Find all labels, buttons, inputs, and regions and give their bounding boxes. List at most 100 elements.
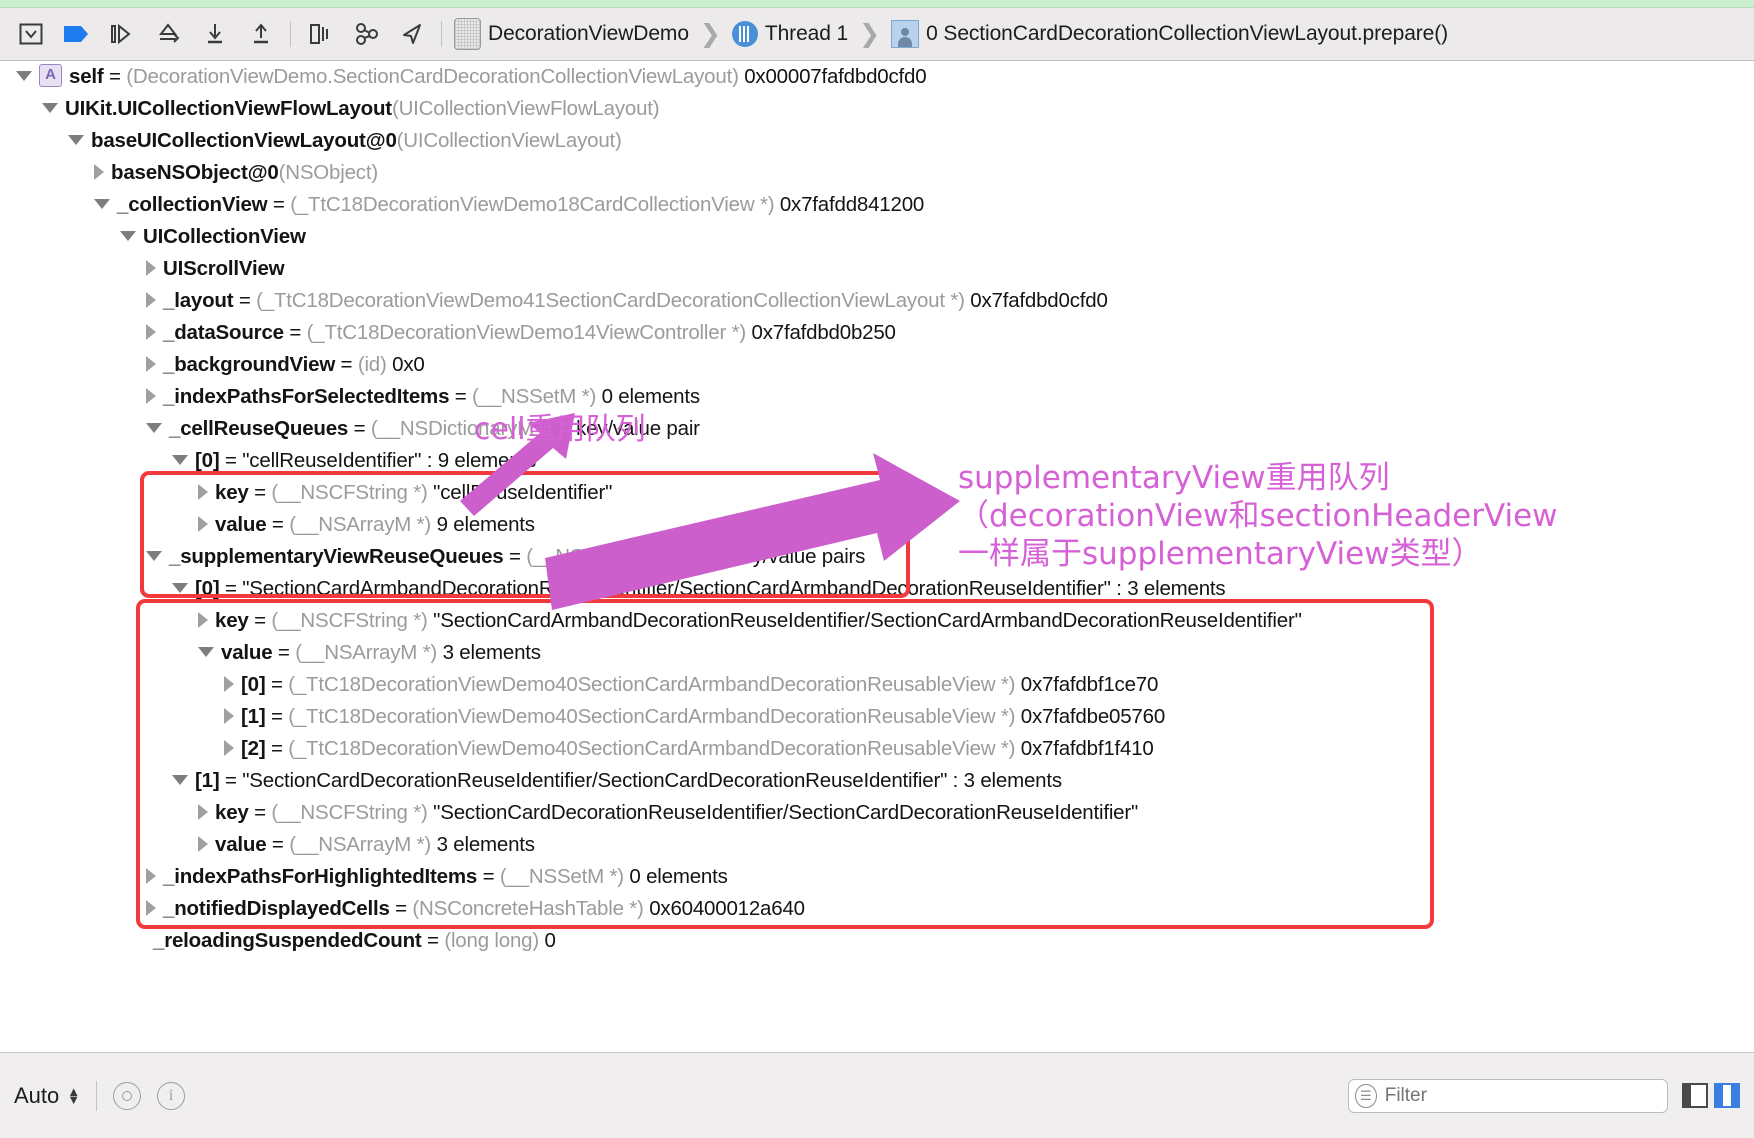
disclosure-triangle-closed-icon[interactable] xyxy=(146,324,156,340)
debug-toolbar: DecorationViewDemo ❯ Thread 1 ❯ 0 Sectio… xyxy=(0,8,1754,61)
step-out-icon[interactable] xyxy=(192,14,238,54)
variable-row[interactable]: _indexPathsForSelectedItems = (__NSSetM … xyxy=(0,381,1754,413)
variable-row[interactable]: UICollectionView xyxy=(0,221,1754,253)
disclosure-triangle-closed-icon[interactable] xyxy=(146,260,156,276)
variable-row[interactable]: _backgroundView = (id) 0x0 xyxy=(0,349,1754,381)
variable-type: (NSConcreteHashTable *) xyxy=(412,897,643,920)
variable-row[interactable]: UIScrollView xyxy=(0,253,1754,285)
disclosure-triangle-closed-icon[interactable] xyxy=(146,388,156,404)
variable-equals: = xyxy=(272,641,295,664)
disclosure-triangle-closed-icon[interactable] xyxy=(224,676,234,692)
location-simulate-icon[interactable] xyxy=(389,14,435,54)
scope-selector[interactable]: Auto ▲▼ xyxy=(14,1083,80,1109)
filter-input[interactable] xyxy=(1383,1084,1661,1108)
eye-icon[interactable] xyxy=(113,1082,141,1110)
disclosure-triangle-open-icon[interactable] xyxy=(198,647,214,657)
variable-row[interactable]: [1] = "SectionCardDecorationReuseIdentif… xyxy=(0,765,1754,797)
annotation-cell-reuse: cell重用队列 xyxy=(474,404,646,448)
step-up-icon[interactable] xyxy=(238,14,284,54)
variable-row[interactable]: UIKit.UICollectionViewFlowLayout(UIColle… xyxy=(0,93,1754,125)
breadcrumb-stack-frame-label: 0 SectionCardDecorationCollectionViewLay… xyxy=(926,22,1448,46)
variable-name: value xyxy=(221,641,272,664)
disclosure-triangle-open-icon[interactable] xyxy=(172,455,188,465)
variable-name: [1] xyxy=(241,705,265,728)
info-icon[interactable]: i xyxy=(157,1082,185,1110)
disclosure-triangle-open-icon[interactable] xyxy=(16,71,32,81)
disclosure-triangle-open-icon[interactable] xyxy=(146,551,162,561)
view-hierarchy-icon[interactable] xyxy=(297,14,343,54)
toggle-variables-panel-button[interactable] xyxy=(1682,1083,1708,1108)
breadcrumb-chevron-icon-2: ❯ xyxy=(859,22,880,47)
disclosure-triangle-open-icon[interactable] xyxy=(120,231,136,241)
variable-equals: = xyxy=(477,865,500,888)
thread-icon xyxy=(732,21,758,47)
variable-row[interactable]: [0] = (_TtC18DecorationViewDemo40Section… xyxy=(0,669,1754,701)
variable-row[interactable]: baseNSObject@0(NSObject) xyxy=(0,157,1754,189)
variable-name: [2] xyxy=(241,737,265,760)
variable-row[interactable]: _dataSource = (_TtC18DecorationViewDemo1… xyxy=(0,317,1754,349)
disclosure-triangle-closed-icon[interactable] xyxy=(146,868,156,884)
disclosure-triangle-closed-icon[interactable] xyxy=(146,356,156,372)
breadcrumb-thread[interactable]: Thread 1 xyxy=(730,14,850,54)
disclosure-triangle-open-icon[interactable] xyxy=(172,583,188,593)
variable-equals: = xyxy=(265,737,288,760)
disclosure-triangle-closed-icon[interactable] xyxy=(198,484,208,500)
variable-row[interactable]: key = (__NSCFString *) "SectionCardDecor… xyxy=(0,797,1754,829)
step-over-icon[interactable] xyxy=(100,14,146,54)
disclosure-triangle-closed-icon[interactable] xyxy=(198,516,208,532)
disclosure-triangle-closed-icon[interactable] xyxy=(146,292,156,308)
memory-graph-icon[interactable] xyxy=(343,14,389,54)
variable-row[interactable]: key = (__NSCFString *) "SectionCardArmba… xyxy=(0,605,1754,637)
variable-row[interactable]: _cellReuseQueues = (__NSDictionaryM *) 1… xyxy=(0,413,1754,445)
breadcrumb-project[interactable]: DecorationViewDemo xyxy=(452,14,691,54)
variable-name: _dataSource xyxy=(163,321,284,344)
variable-type: (__NSCFString *) xyxy=(271,801,427,824)
variable-row[interactable]: [2] = (_TtC18DecorationViewDemo40Section… xyxy=(0,733,1754,765)
variable-equals: = xyxy=(219,449,242,472)
disclosure-triangle-open-icon[interactable] xyxy=(68,135,84,145)
variable-value: 0x7fafdbf1f410 xyxy=(1021,737,1154,760)
variable-equals: = xyxy=(249,481,272,504)
disclosure-triangle-closed-icon[interactable] xyxy=(224,708,234,724)
toggle-console-panel-button[interactable] xyxy=(1714,1083,1740,1108)
variable-type: (UICollectionViewLayout) xyxy=(397,129,622,152)
variable-row[interactable]: _indexPathsForHighlightedItems = (__NSSe… xyxy=(0,861,1754,893)
continue-icon[interactable] xyxy=(54,14,100,54)
disclosure-triangle-closed-icon[interactable] xyxy=(198,836,208,852)
variable-row[interactable]: [0] = "SectionCardArmbandDecorationReuse… xyxy=(0,573,1754,605)
variable-row[interactable]: _notifiedDisplayedCells = (NSConcreteHas… xyxy=(0,893,1754,925)
variable-row[interactable]: value = (__NSArrayM *) 3 elements xyxy=(0,637,1754,669)
variable-row[interactable]: baseUICollectionViewLayout@0(UICollectio… xyxy=(0,125,1754,157)
disclosure-triangle-open-icon[interactable] xyxy=(94,199,110,209)
disclosure-triangle-closed-icon[interactable] xyxy=(146,900,156,916)
disclosure-triangle-open-icon[interactable] xyxy=(42,103,58,113)
variable-equals: = xyxy=(233,289,256,312)
variable-row[interactable]: Aself = (DecorationViewDemo.SectionCardD… xyxy=(0,61,1754,93)
variable-value: 0x60400012a640 xyxy=(649,897,805,920)
filter-field[interactable]: ☰ xyxy=(1348,1079,1668,1113)
disclosure-triangle-closed-icon[interactable] xyxy=(224,740,234,756)
variable-name: UIScrollView xyxy=(163,257,284,280)
scope-selector-label: Auto xyxy=(14,1083,59,1109)
variable-row[interactable]: _reloadingSuspendedCount = (long long) 0 xyxy=(0,925,1754,957)
variable-row[interactable]: _collectionView = (_TtC18DecorationViewD… xyxy=(0,189,1754,221)
disclosure-triangle-open-icon[interactable] xyxy=(172,775,188,785)
variable-equals: = xyxy=(449,385,472,408)
chevron-updown-icon: ▲▼ xyxy=(67,1088,80,1104)
variables-view[interactable]: Aself = (DecorationViewDemo.SectionCardD… xyxy=(0,61,1754,1052)
disclosure-triangle-closed-icon[interactable] xyxy=(198,612,208,628)
variable-name: self xyxy=(69,65,104,88)
hide-debug-area-icon[interactable] xyxy=(8,14,54,54)
breadcrumb-project-label: DecorationViewDemo xyxy=(488,22,689,46)
disclosure-triangle-closed-icon[interactable] xyxy=(198,804,208,820)
variable-value: 0x0 xyxy=(392,353,424,376)
variable-row[interactable]: [1] = (_TtC18DecorationViewDemo40Section… xyxy=(0,701,1754,733)
variable-row[interactable]: _layout = (_TtC18DecorationViewDemo41Sec… xyxy=(0,285,1754,317)
disclosure-triangle-closed-icon[interactable] xyxy=(94,164,104,180)
step-into-icon[interactable] xyxy=(146,14,192,54)
disclosure-triangle-open-icon[interactable] xyxy=(146,423,162,433)
variable-row[interactable]: value = (__NSArrayM *) 3 elements xyxy=(0,829,1754,861)
breadcrumb-stack-frame[interactable]: 0 SectionCardDecorationCollectionViewLay… xyxy=(889,14,1450,54)
bottom-bar-divider xyxy=(96,1081,97,1111)
variable-type: (_TtC18DecorationViewDemo40SectionCardAr… xyxy=(288,737,1015,760)
